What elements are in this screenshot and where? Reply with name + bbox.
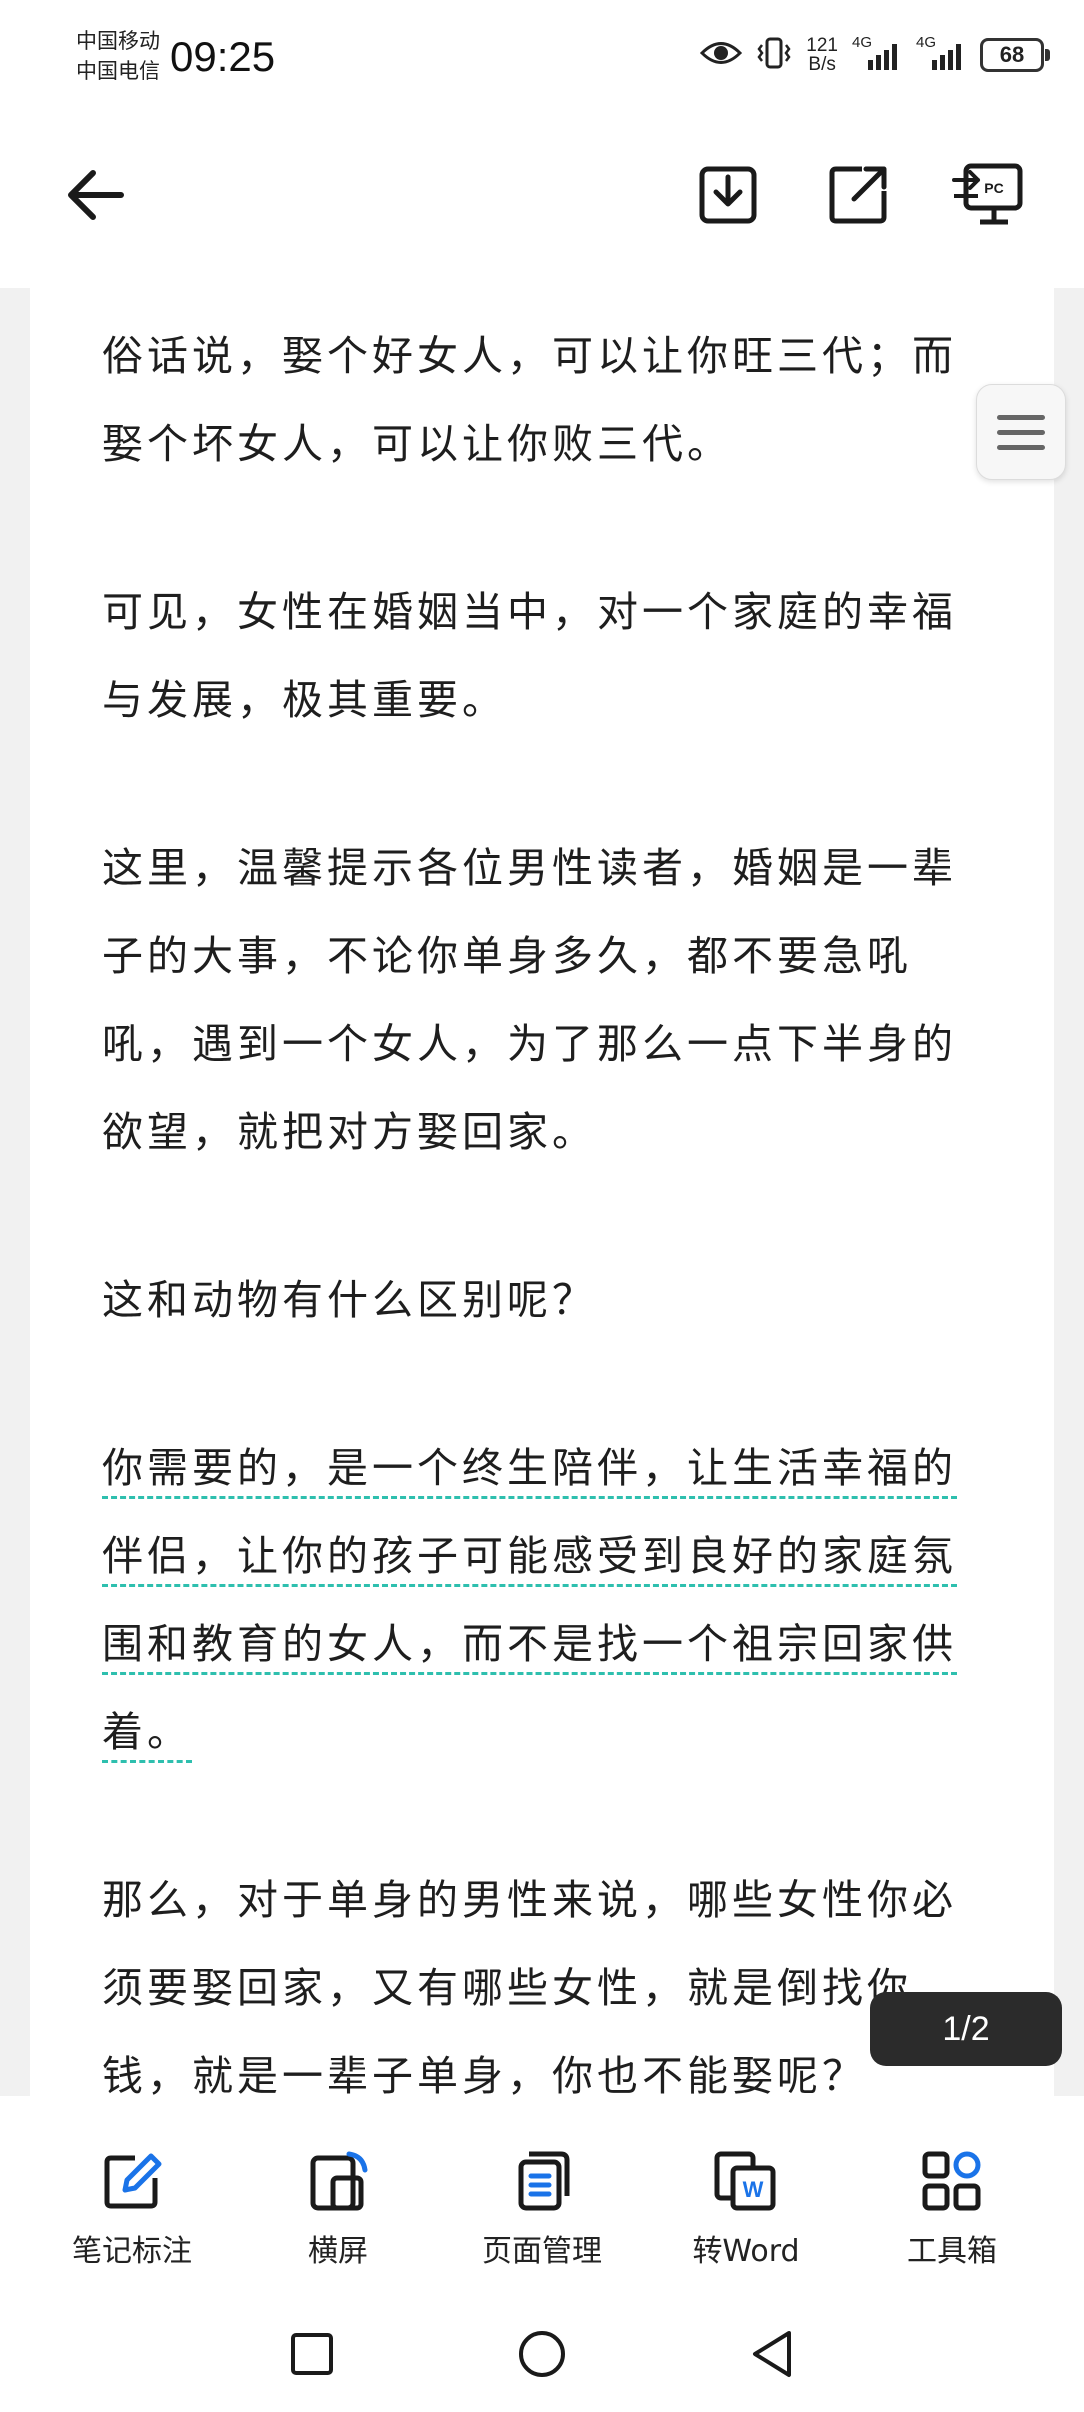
- toolbox-button[interactable]: 工具箱: [862, 2146, 1042, 2270]
- battery-icon: 68: [980, 38, 1050, 72]
- signal-icon: 4G: [916, 34, 966, 70]
- paragraph: 可见，女性在婚姻当中，对一个家庭的幸福 与发展，极其重要。: [102, 588, 957, 724]
- toolbox-icon: [917, 2146, 987, 2216]
- word-convert-icon: W: [711, 2146, 781, 2216]
- square-icon: [291, 2333, 333, 2375]
- back-button[interactable]: [55, 155, 135, 235]
- highlighted-paragraph[interactable]: 你需要的，是一个终生陪伴，让生活幸福的 伴侣，让你的孩子可能感受到良好的家庭氛 …: [102, 1424, 1022, 1776]
- landscape-button[interactable]: 横屏: [248, 2146, 428, 2270]
- download-button[interactable]: [688, 155, 768, 235]
- vibrate-icon: [756, 36, 792, 74]
- note-annotate-button[interactable]: 笔记标注: [42, 2146, 222, 2270]
- arrow-left-icon: [68, 170, 124, 220]
- carrier-1: 中国移动: [76, 29, 160, 53]
- menu-line: [997, 429, 1045, 435]
- pc-cast-button[interactable]: PC: [948, 155, 1028, 235]
- outline-menu-button[interactable]: [976, 384, 1066, 480]
- menu-line: [997, 414, 1045, 420]
- net-speed: 121 B/s: [806, 35, 838, 75]
- top-toolbar: PC: [0, 110, 1084, 288]
- paragraph: 这里，温馨提示各位男性读者，婚姻是一辈 子的大事，不论你单身多久，都不要急吼 吼…: [102, 844, 957, 1156]
- triangle-back-icon: [753, 2331, 791, 2377]
- carrier-names: 中国移动 中国电信: [76, 26, 160, 86]
- bottom-action-bar: 笔记标注 横屏 页面管理 W 转Word 工具箱: [0, 2096, 1084, 2296]
- share-button[interactable]: [818, 155, 898, 235]
- back-nav-button[interactable]: [742, 2324, 802, 2384]
- status-time: 09:25: [170, 33, 276, 80]
- eye-icon: [700, 38, 743, 72]
- system-nav-bar: [0, 2296, 1084, 2412]
- document-page[interactable]: 俗话说，娶个好女人，可以让你旺三代；而 娶个坏女人，可以让你败三代。 可见，女性…: [30, 288, 1054, 2096]
- page-manage-button[interactable]: 页面管理: [452, 2146, 632, 2270]
- download-icon: [699, 166, 757, 224]
- carrier-2: 中国电信: [76, 59, 160, 83]
- svg-text:PC: PC: [984, 180, 1003, 196]
- status-bar: 中国移动 中国电信 09:25 121 B/s 4G 4G 68: [0, 0, 1084, 110]
- rotate-landscape-icon: [303, 2146, 373, 2216]
- paragraph: 俗话说，娶个好女人，可以让你旺三代；而 娶个坏女人，可以让你败三代。: [102, 332, 957, 468]
- menu-line: [997, 444, 1045, 450]
- to-word-button[interactable]: W 转Word: [656, 2146, 836, 2270]
- note-edit-icon: [97, 2146, 167, 2216]
- page-manage-icon: [507, 2146, 577, 2216]
- circle-icon: [519, 2331, 565, 2377]
- recent-apps-button[interactable]: [282, 2324, 342, 2384]
- paragraph: 这和动物有什么区别呢？: [102, 1276, 597, 1324]
- share-icon: [829, 166, 887, 224]
- svg-text:W: W: [743, 2177, 764, 2202]
- signal-icon: 4G: [852, 34, 902, 70]
- pc-cast-icon: PC: [952, 163, 1023, 225]
- status-icons: 121 B/s 4G 4G 68: [700, 30, 1050, 80]
- page-indicator: 1/2: [870, 1992, 1062, 2066]
- home-button[interactable]: [512, 2324, 572, 2384]
